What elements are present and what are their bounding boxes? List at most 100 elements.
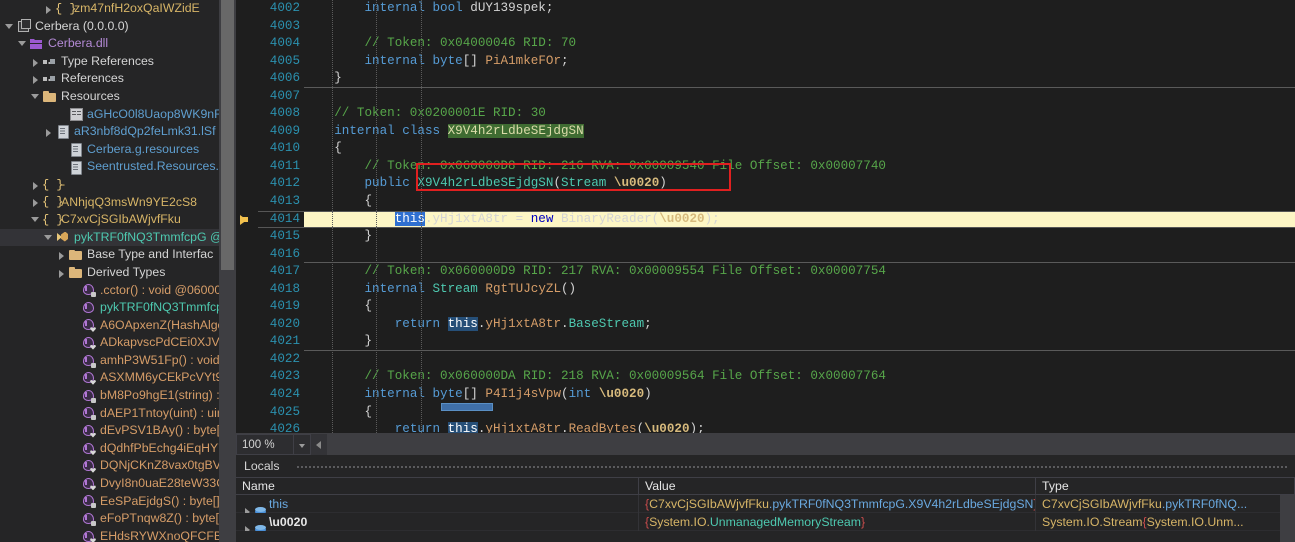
breakpoint-gutter[interactable] [236, 245, 258, 264]
chevron-right-icon[interactable] [30, 74, 41, 85]
code-text[interactable]: } [304, 333, 1295, 351]
tree-item-20[interactable]: amhP3W51Fp() : void [0, 352, 236, 370]
tree-item-9[interactable]: Seentrusted.Resources.res [0, 158, 236, 176]
code-line-4003[interactable]: 4003 [236, 17, 1295, 36]
scroll-left-arrow-icon[interactable] [311, 434, 327, 456]
code-text[interactable]: internal Stream RgtTUJcyZL() [304, 281, 1295, 299]
code-line-4025[interactable]: 4025 { [236, 403, 1295, 422]
tree-item-4[interactable]: References [0, 70, 236, 88]
column-header-type[interactable]: Type [1036, 477, 1295, 495]
chevron-right-icon[interactable] [30, 56, 41, 67]
code-line-4022[interactable]: 4022 [236, 350, 1295, 369]
code-line-4013[interactable]: 4013 { [236, 193, 1295, 211]
tree-item-19[interactable]: ADkapvscPdCEi0XJVZ [0, 334, 236, 352]
chevron-right-icon[interactable] [30, 197, 41, 208]
tree-item-24[interactable]: dEvPSV1BAy() : byte[] [0, 422, 236, 440]
code-line-4006[interactable]: 4006 } [236, 70, 1295, 88]
chevron-down-icon[interactable] [43, 232, 54, 243]
code-line-4012[interactable]: 4012 public X9V4h2rLdbeSEjdgSN(Stream \u… [236, 175, 1295, 194]
tree-item-30[interactable]: EHdsRYWXnoQFCFB9 [0, 528, 236, 542]
code-text[interactable]: return this.yHj1xtA8tr.BaseStream; [304, 316, 1295, 334]
code-text[interactable]: return this.yHj1xtA8tr.ReadBytes(\u0020)… [304, 421, 1295, 433]
tree-item-28[interactable]: EeSPaEjdgS() : byte[] @ [0, 493, 236, 511]
tree-item-12[interactable]: { } C7xvCjSGIbAWjvfFku [0, 211, 236, 229]
breakpoint-gutter[interactable] [236, 263, 258, 281]
breakpoint-gutter[interactable] [236, 175, 258, 194]
locals-name-cell[interactable]: \u0020 [236, 512, 639, 531]
tree-item-27[interactable]: DvyI8n0uaE28teW33C [0, 475, 236, 493]
tree-item-25[interactable]: dQdhfPbEchg4iEqHY7 [0, 440, 236, 458]
breakpoint-gutter[interactable] [236, 52, 258, 71]
code-line-4011[interactable]: 4011 // Token: 0x060000D8 RID: 216 RVA: … [236, 157, 1295, 176]
code-line-4021[interactable]: 4021 } [236, 333, 1295, 351]
code-text[interactable]: // Token: 0x0200001E RID: 30 [304, 105, 1295, 123]
code-text[interactable]: internal class X9V4h2rLdbeSEjdgSN [304, 123, 1295, 141]
horizontal-scrollbar-track[interactable] [327, 433, 1295, 456]
code-line-4010[interactable]: 4010 { [236, 140, 1295, 158]
tree-scroll-thumb[interactable] [221, 0, 234, 270]
locals-rows[interactable]: this {C7xvCjSGIbAWjvfFku .pykTRF0fNQ3Tmmfc… [236, 494, 1295, 531]
code-line-4004[interactable]: 4004 // Token: 0x04000046 RID: 70 [236, 35, 1295, 53]
tree-vertical-scrollbar[interactable] [219, 0, 236, 542]
breakpoint-gutter[interactable] [236, 87, 258, 106]
code-editor-panel[interactable]: 4002 internal bool dUY139spek; 4003 4004 /… [236, 0, 1295, 433]
assembly-tree[interactable]: { } zm47nfH2oxQaIWZidE Cerbera (0.0.0.0) Ce… [0, 0, 236, 542]
code-text[interactable]: { [304, 298, 1295, 316]
tree-item-26[interactable]: DQNjCKnZ8vax0tgBV [0, 457, 236, 475]
tree-item-23[interactable]: dAEP1Tntoy(uint) : uin [0, 405, 236, 423]
breakpoint-gutter[interactable] [236, 193, 258, 211]
tree-item-5[interactable]: Resources [0, 88, 236, 106]
tree-item-10[interactable]: { } - [0, 176, 236, 194]
chevron-right-icon[interactable] [56, 267, 67, 278]
tree-item-22[interactable]: bM8Po9hgE1(string) : [0, 387, 236, 405]
code-text[interactable]: } [304, 228, 1295, 246]
chevron-right-icon[interactable] [30, 179, 41, 190]
code-line-4005[interactable]: 4005 internal byte[] PiA1mkeFOr; [236, 52, 1295, 71]
locals-value-cell[interactable]: {System.IO. UnmanagedMemoryStream} [639, 512, 1036, 531]
tree-item-3[interactable]: Type References [0, 53, 236, 71]
breakpoint-gutter[interactable] [236, 70, 258, 88]
breakpoint-gutter[interactable] [236, 140, 258, 158]
code-line-4016[interactable]: 4016 [236, 245, 1295, 264]
tree-item-16[interactable]: .cctor() : void @06000 [0, 282, 236, 300]
code-text[interactable] [304, 351, 1295, 369]
code-text[interactable] [304, 246, 1295, 264]
tree-item-17[interactable]: pykTRF0fNQ3Tmmfcp [0, 299, 236, 317]
code-line-4026[interactable]: 4026 return this.yHj1xtA8tr.ReadBytes(\u… [236, 421, 1295, 433]
breakpoint-gutter[interactable] [236, 228, 258, 246]
code-line-4017[interactable]: 4017 // Token: 0x060000D9 RID: 217 RVA: … [236, 263, 1295, 281]
code-line-4023[interactable]: 4023 // Token: 0x060000DA RID: 218 RVA: … [236, 368, 1295, 387]
locals-value-cell[interactable]: {C7xvCjSGIbAWjvfFku .pykTRF0fNQ3TmmfcpG.X… [639, 494, 1036, 513]
code-text[interactable]: // Token: 0x04000046 RID: 70 [304, 35, 1295, 53]
code-text[interactable]: internal byte[] PiA1mkeFOr; [304, 53, 1295, 71]
breakpoint-gutter[interactable] [236, 157, 258, 176]
breakpoint-gutter[interactable] [236, 315, 258, 334]
zoom-level-display[interactable]: 100 % [236, 434, 294, 455]
breakpoint-gutter[interactable] [236, 386, 258, 404]
code-text[interactable]: internal bool dUY139spek; [304, 0, 1295, 18]
chevron-right-icon[interactable] [56, 250, 67, 261]
code-line-4015[interactable]: 4015 } [236, 228, 1295, 246]
chevron-right-icon[interactable] [43, 3, 54, 14]
breakpoint-gutter[interactable] [236, 350, 258, 369]
column-header-value[interactable]: Value [639, 477, 1036, 495]
code-line-4007[interactable]: 4007 [236, 87, 1295, 106]
breakpoint-gutter[interactable] [236, 122, 258, 141]
breakpoint-gutter[interactable] [236, 0, 258, 18]
breakpoint-gutter[interactable] [236, 210, 258, 229]
tree-item-13[interactable]: pykTRF0fNQ3TmmfcpG @ [0, 228, 236, 247]
code-lines[interactable]: 4002 internal bool dUY139spek; 4003 4004 /… [236, 0, 1295, 433]
breakpoint-gutter[interactable] [236, 421, 258, 433]
tree-item-11[interactable]: { } ANhjqQ3msWn9YE2cS8 [0, 194, 236, 212]
breakpoint-gutter[interactable] [236, 35, 258, 53]
breakpoint-gutter[interactable] [236, 17, 258, 36]
locals-grid[interactable]: Name Value Type this {C7xvCjSGIbAWjvfFku.… [236, 477, 1295, 531]
locals-row[interactable]: \u0020{System.IO. UnmanagedMemoryStream} S… [236, 512, 1295, 531]
code-text[interactable]: internal byte[] P4I1j4sVpw(int \u0020) [304, 386, 1295, 404]
tree-item-21[interactable]: ASXMM6yCEkPcVYt9 [0, 369, 236, 387]
code-text[interactable]: } [304, 70, 1295, 88]
tree-item-14[interactable]: Base Type and Interfac [0, 246, 236, 264]
tree-item-18[interactable]: A6OApxenZ(HashAlgo [0, 317, 236, 335]
code-line-4008[interactable]: 4008 // Token: 0x0200001E RID: 30 [236, 105, 1295, 123]
code-line-4002[interactable]: 4002 internal bool dUY139spek; [236, 0, 1295, 18]
